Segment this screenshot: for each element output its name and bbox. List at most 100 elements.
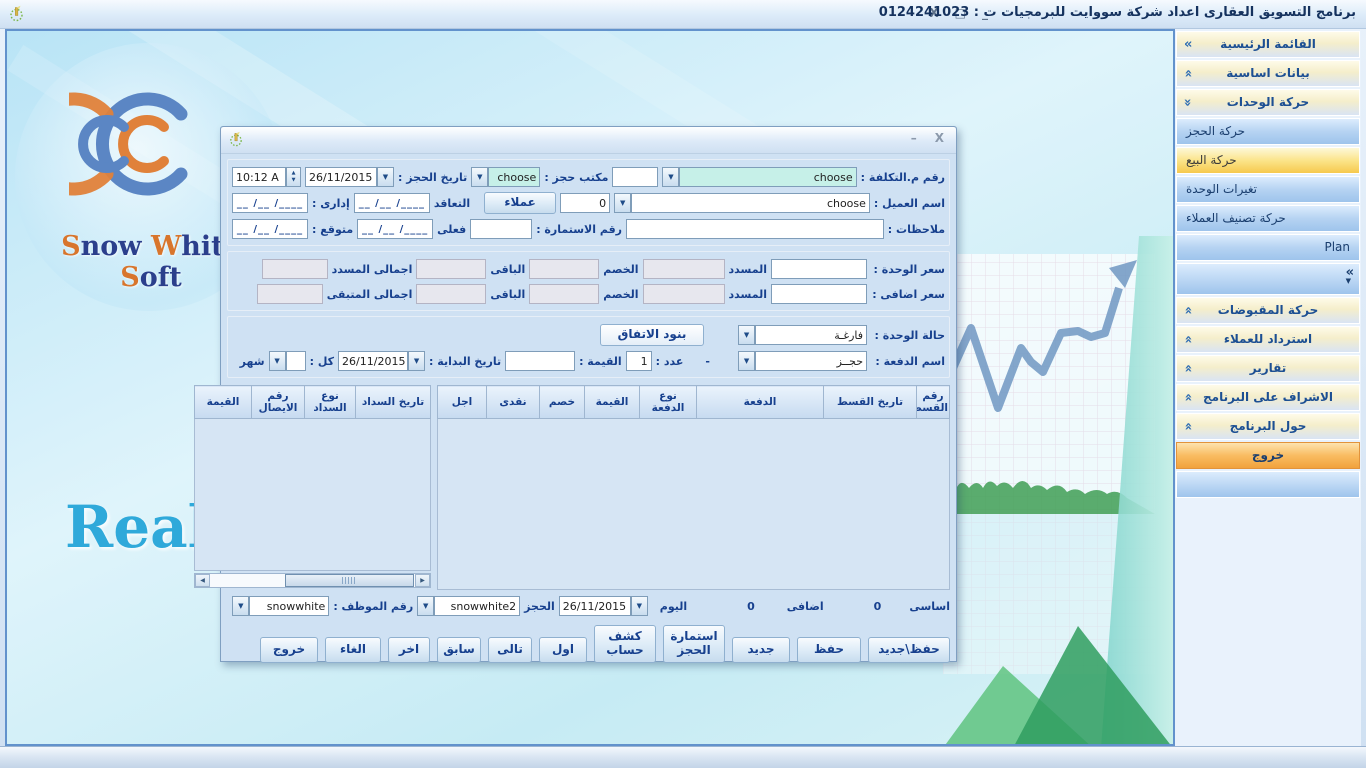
column-header[interactable]: نوع السداد — [305, 386, 356, 419]
contract-date-field[interactable]: __ /__ /____ — [354, 193, 430, 213]
column-header[interactable]: رقم الايصال — [252, 386, 305, 419]
spinner-arrows-icon[interactable]: ▲▼ — [286, 167, 301, 187]
dropdown-arrow-icon[interactable]: ▼ — [738, 325, 755, 345]
exit-button[interactable]: خروج — [260, 637, 318, 663]
dialog-titlebar[interactable]: – X — [221, 127, 956, 154]
employee-combo[interactable]: snowwhite ▼ — [232, 596, 329, 616]
previous-button[interactable]: سابق — [437, 637, 481, 663]
dropdown-arrow-icon[interactable]: ▼ — [417, 596, 434, 616]
batch-name-value[interactable]: حجــز — [755, 351, 867, 371]
extra-price-field[interactable] — [771, 284, 867, 304]
column-header[interactable]: تاريخ السداد — [356, 386, 431, 419]
client-name-value[interactable]: choose — [631, 193, 870, 213]
dropdown-arrow-icon[interactable]: ▼ — [377, 167, 394, 187]
column-header[interactable]: القيمة — [195, 386, 252, 419]
column-header[interactable]: القيمة — [585, 386, 640, 419]
dialog-minimize-icon[interactable]: – — [911, 131, 917, 145]
cost-center-value[interactable]: choose — [679, 167, 856, 187]
first-button[interactable]: اول — [539, 637, 587, 663]
booking-office-value[interactable]: choose — [488, 167, 540, 187]
today-date-picker[interactable]: 26/11/2015 ▼ — [559, 596, 648, 616]
column-header[interactable]: نقدى — [487, 386, 540, 419]
sidebar-item-unit-changes[interactable]: تغيرات الوحدة — [1176, 176, 1360, 203]
sidebar-item-basic-data[interactable]: » بيانات اساسية — [1176, 60, 1360, 87]
sidebar-item-plan[interactable]: Plan — [1176, 234, 1360, 261]
new-button[interactable]: جديد — [732, 637, 790, 663]
today-date-value[interactable]: 26/11/2015 — [559, 596, 631, 616]
booking-time-spinner[interactable]: 10:12 A ▲▼ — [232, 167, 301, 187]
dialog-close-icon[interactable]: X — [935, 131, 944, 145]
sidebar-collapse-bar[interactable]: » ▼ — [1176, 263, 1360, 295]
dropdown-arrow-icon[interactable]: ▼ — [232, 596, 249, 616]
column-header[interactable]: نوع الدفعة — [640, 386, 697, 419]
sidebar-item-customer-refund[interactable]: » استرداد للعملاء — [1176, 326, 1360, 353]
sidebar-item-reservation-movement[interactable]: حركة الحجز — [1176, 118, 1360, 145]
dropdown-arrow-icon[interactable]: ▼ — [614, 193, 631, 213]
sidebar-item-units-movement[interactable]: » حركة الوحدات — [1176, 89, 1360, 116]
dropdown-arrow-icon[interactable]: ▼ — [662, 167, 679, 187]
dropdown-arrow-icon[interactable]: ▼ — [471, 167, 488, 187]
booking-date-picker[interactable]: 26/11/2015 ▼ — [305, 167, 394, 187]
unit-status-combo[interactable]: فارغـة ▼ — [738, 325, 867, 345]
start-date-picker[interactable]: 26/11/2015 ▼ — [338, 351, 425, 371]
client-count-field[interactable]: 0 — [560, 193, 610, 213]
save-new-button[interactable]: حفظ\جديد — [868, 637, 950, 663]
dropdown-arrow-icon[interactable]: ▼ — [269, 351, 286, 371]
cancel-button[interactable]: الغاء — [325, 637, 381, 663]
reservation-form-button[interactable]: استمارة الحجز — [663, 625, 725, 663]
next-button[interactable]: تالى — [488, 637, 532, 663]
employee-value[interactable]: snowwhite — [249, 596, 329, 616]
unit-price-field[interactable] — [771, 259, 867, 279]
clients-button[interactable]: عملاء — [484, 192, 556, 214]
dropdown-arrow-icon[interactable]: ▼ — [631, 596, 648, 616]
cost-number-field[interactable] — [612, 167, 658, 187]
notes-field[interactable] — [626, 219, 884, 239]
batch-name-combo[interactable]: حجــز ▼ — [738, 351, 867, 371]
scrollbar-track[interactable] — [210, 574, 415, 587]
scrollbar-thumb[interactable] — [285, 574, 414, 587]
column-header[interactable]: تاريخ القسط — [824, 386, 917, 419]
dropdown-arrow-icon[interactable]: ▼ — [408, 351, 425, 371]
installments-table-body[interactable] — [438, 419, 950, 590]
period-value[interactable] — [286, 351, 306, 371]
agreement-terms-button[interactable]: بنود الاتفاق — [600, 324, 704, 346]
sidebar-item-reports[interactable]: » تقارير — [1176, 355, 1360, 382]
sidebar-item-about-program[interactable]: » حول البرنامج — [1176, 413, 1360, 440]
booking-time-value[interactable]: 10:12 A — [232, 167, 286, 187]
administrative-date-field[interactable]: __ /__ /____ — [232, 193, 308, 213]
start-date-value[interactable]: 26/11/2015 — [338, 351, 408, 371]
actual-date-field[interactable]: __ /__ /____ — [357, 219, 433, 239]
booking-date-value[interactable]: 26/11/2015 — [305, 167, 377, 187]
sidebar-item-sale-movement[interactable]: حركة البيع — [1176, 147, 1360, 174]
unit-status-value[interactable]: فارغـة — [755, 325, 867, 345]
sidebar-item-receipts-movement[interactable]: » حركة المقبوضات — [1176, 297, 1360, 324]
app-icon[interactable] — [8, 5, 25, 26]
sidebar-item-program-supervision[interactable]: » الاشراف على البرنامج — [1176, 384, 1360, 411]
value-field[interactable] — [505, 351, 575, 371]
sidebar-item-customer-classification[interactable]: حركة تصنيف العملاء — [1176, 205, 1360, 232]
reservation-user-value[interactable]: snowwhite2 — [434, 596, 520, 616]
column-header[interactable]: الدفعة — [697, 386, 824, 419]
column-header[interactable]: اجل — [438, 386, 487, 419]
payments-table-body[interactable] — [195, 419, 431, 571]
period-combo[interactable]: ▼ — [269, 351, 306, 371]
count-field[interactable]: 1 — [626, 351, 652, 371]
save-button[interactable]: حفظ — [797, 637, 861, 663]
booking-office-combo[interactable]: choose ▼ — [471, 167, 540, 187]
column-header[interactable]: رقم القسط — [917, 386, 950, 419]
app-titlebar[interactable]: X □ _ برنامج التسويق العقارى اعداد شركة … — [0, 0, 1366, 29]
horizontal-scrollbar[interactable]: ◀ ▶ — [194, 573, 431, 588]
dropdown-arrow-icon[interactable]: ▼ — [738, 351, 755, 371]
account-statement-button[interactable]: كشف حساب — [594, 625, 656, 663]
column-header[interactable]: خصم — [540, 386, 585, 419]
form-number-field[interactable] — [470, 219, 532, 239]
expected-date-field[interactable]: __ /__ /____ — [232, 219, 308, 239]
scroll-right-icon[interactable]: ▶ — [415, 574, 430, 587]
sidebar-item-main-menu[interactable]: » القائمة الرئيسية — [1176, 31, 1360, 58]
cost-center-combo[interactable]: choose ▼ — [662, 167, 856, 187]
sidebar-item-exit[interactable]: خروج — [1176, 442, 1360, 469]
client-name-combo[interactable]: choose ▼ — [614, 193, 870, 213]
last-button[interactable]: اخر — [388, 637, 430, 663]
scroll-left-icon[interactable]: ◀ — [195, 574, 210, 587]
reservation-user-combo[interactable]: snowwhite2 ▼ — [417, 596, 520, 616]
